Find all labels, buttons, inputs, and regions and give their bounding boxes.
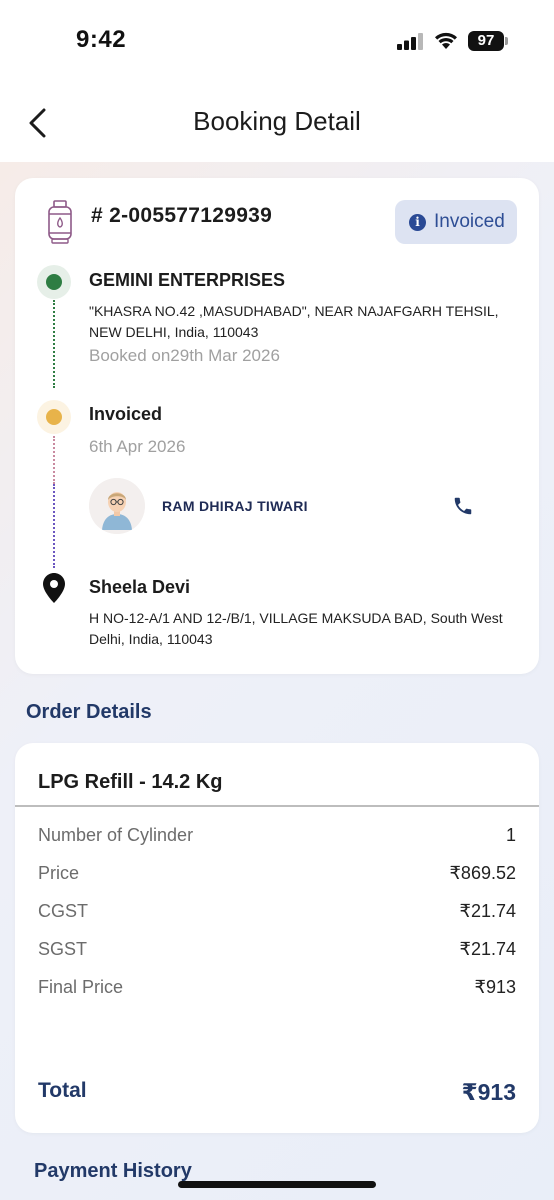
row-value: 1 (505, 825, 516, 845)
divider (15, 805, 539, 807)
info-icon: i (409, 213, 426, 231)
row-value: ₹21.74 (459, 901, 517, 921)
status-bar: 9:42 97 (0, 0, 554, 82)
order-row: Final Price ₹913 (38, 977, 516, 998)
order-row: Price ₹869.52 (38, 863, 516, 884)
order-details-heading: Order Details (26, 701, 152, 723)
product-name: LPG Refill - 14.2 Kg (38, 771, 223, 793)
distributor-dot (37, 265, 71, 299)
content-area: # 2-005577129939 i Invoiced GEMINI ENTER… (0, 162, 554, 1200)
booked-on-date: Booked on29th Mar 2026 (89, 346, 280, 365)
row-value: ₹21.74 (459, 939, 517, 959)
status-badge: i Invoiced (395, 200, 517, 244)
row-value: ₹869.52 (449, 863, 516, 883)
order-row: CGST ₹21.74 (38, 901, 516, 922)
page-title: Booking Detail (193, 106, 361, 136)
invoiced-dot (37, 400, 71, 434)
total-value: ₹913 (461, 1079, 516, 1105)
booking-id: # 2-005577129939 (91, 204, 273, 227)
wifi-icon (435, 32, 457, 49)
distributor-address: "KHASRA NO.42 ,MASUDHABAD", NEAR NAJAFGA… (89, 303, 499, 340)
row-value: ₹913 (474, 977, 516, 997)
total-label: Total (38, 1079, 87, 1102)
timeline-line-purple (53, 484, 55, 568)
row-label: Price (38, 863, 80, 883)
timeline-line-pink (53, 436, 55, 484)
gas-cylinder-icon (48, 200, 72, 244)
order-row: Number of Cylinder 1 (38, 825, 516, 846)
customer-address: H NO-12-A/1 AND 12-/B/1, VILLAGE MAKSUDA… (89, 610, 503, 647)
phone-icon[interactable] (452, 495, 474, 517)
timeline-line-green (53, 300, 55, 388)
status-time: 9:42 (76, 26, 127, 53)
status-badge-label: Invoiced (434, 211, 505, 232)
driver-name: RAM DHIRAJ TIWARI (162, 498, 308, 514)
location-pin-icon (43, 573, 65, 603)
home-indicator[interactable] (178, 1181, 376, 1188)
avatar-illustration-icon (89, 478, 145, 534)
cellular-signal-icon (397, 33, 423, 50)
payment-history-heading: Payment History (34, 1160, 192, 1182)
distributor-name: GEMINI ENTERPRISES (89, 270, 286, 290)
row-label: Number of Cylinder (38, 825, 194, 845)
row-label: CGST (38, 901, 89, 921)
order-row: SGST ₹21.74 (38, 939, 516, 960)
invoiced-date: 6th Apr 2026 (89, 437, 186, 456)
app-header: Booking Detail (0, 82, 554, 162)
invoiced-title: Invoiced (89, 404, 163, 424)
battery-cap (505, 37, 508, 45)
order-card: LPG Refill - 14.2 Kg Number of Cylinder … (15, 743, 539, 1133)
battery-icon: 97 (468, 31, 504, 51)
driver-avatar (89, 478, 145, 534)
customer-name: Sheela Devi (89, 577, 191, 597)
total-row: Total ₹913 (38, 1079, 516, 1106)
row-label: Final Price (38, 977, 124, 997)
booking-card: # 2-005577129939 i Invoiced GEMINI ENTER… (15, 178, 539, 674)
row-label: SGST (38, 939, 88, 959)
